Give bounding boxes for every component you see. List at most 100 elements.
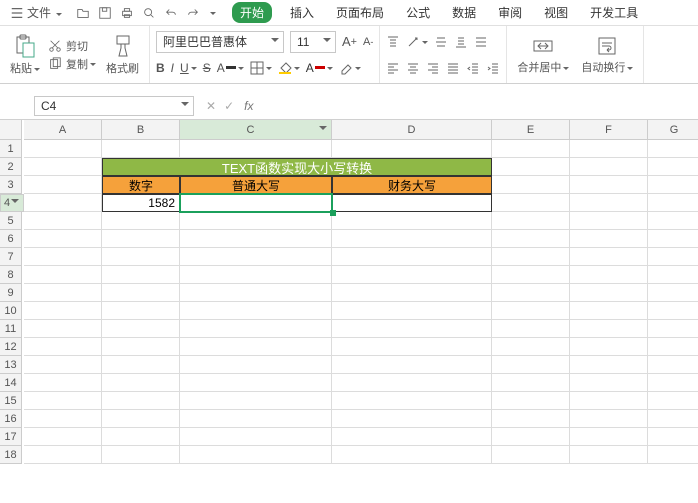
cut-button[interactable]: 剪切 [48,38,96,54]
ribbon: 粘贴 剪切 复制 格式刷 阿里巴巴普惠体 11 A+ A- B I U [0,26,698,84]
orientation-button[interactable] [406,35,428,49]
tab-review[interactable]: 审阅 [494,2,526,23]
align-bottom-button[interactable] [454,35,468,49]
cell-d4[interactable] [332,194,492,212]
row-header[interactable]: 16 [0,410,22,428]
col-header[interactable]: G [648,120,698,140]
merge-center-button[interactable]: 合并居中 [513,28,573,82]
strike-button[interactable]: S [203,61,211,75]
font-size-select[interactable]: 11 [290,31,336,53]
tab-data[interactable]: 数据 [448,2,480,23]
align-right-button[interactable] [426,61,440,75]
tab-developer[interactable]: 开发工具 [586,2,642,23]
name-box[interactable]: C4 [34,96,194,116]
print-icon[interactable] [120,6,134,20]
fill-handle[interactable] [330,210,336,216]
active-cell-selection [179,193,333,213]
name-box-value: C4 [41,99,56,113]
row-header[interactable]: 18 [0,446,22,464]
italic-button[interactable]: I [171,61,174,75]
preview-icon[interactable] [142,6,156,20]
decrease-indent-button[interactable] [466,61,480,75]
row-header[interactable]: 11 [0,320,22,338]
cell-merged-title[interactable]: TEXT函数实现大小写转换 [102,158,492,176]
shrink-font-button[interactable]: A- [363,36,373,48]
formula-input[interactable] [259,96,698,116]
col-header[interactable]: B [102,120,180,140]
scissors-icon [48,39,62,53]
wrap-text-button[interactable]: 自动换行 [577,28,637,82]
row-header[interactable]: 5 [0,212,22,230]
border-button[interactable] [250,61,272,75]
grow-font-button[interactable]: A+ [342,34,357,49]
bucket-icon [278,61,292,75]
grid-body[interactable]: // inline generator for 18 rows × 7 cols… [24,140,698,464]
cell-header-c3[interactable]: 普通大写 [180,176,332,194]
hamburger-icon [10,6,24,20]
row-header[interactable]: 8 [0,266,22,284]
group-font: 阿里巴巴普惠体 11 A+ A- B I U S A A [150,26,380,83]
col-header[interactable]: D [332,120,492,140]
tab-insert[interactable]: 插入 [286,2,318,23]
merge-icon [532,35,554,57]
distribute-v-button[interactable] [474,35,488,49]
qat-more-icon[interactable] [208,10,216,16]
align-top-button[interactable] [386,35,400,49]
cell-header-d3[interactable]: 财务大写 [332,176,492,194]
row-header[interactable]: 14 [0,374,22,392]
select-all-corner[interactable] [0,120,22,140]
tab-view[interactable]: 视图 [540,2,572,23]
row-header[interactable]: 15 [0,392,22,410]
save-icon[interactable] [98,6,112,20]
row-header[interactable]: 3 [0,176,22,194]
tab-home[interactable]: 开始 [232,2,272,23]
cell-b4[interactable]: 1582 [102,194,180,212]
cancel-formula-icon[interactable]: ✕ [202,99,220,113]
copy-label: 复制 [66,56,88,72]
row-header[interactable]: 6 [0,230,22,248]
increase-indent-button[interactable] [486,61,500,75]
format-painter-label: 格式刷 [106,60,139,76]
open-icon[interactable] [76,6,90,20]
row-header[interactable]: 2 [0,158,22,176]
file-label: 文件 [27,4,51,21]
font-color-button[interactable]: A [217,61,244,75]
col-header[interactable]: C [180,120,332,140]
group-merge: 合并居中 自动换行 [507,26,644,83]
tab-page-layout[interactable]: 页面布局 [332,2,388,23]
fx-label[interactable]: fx [244,99,253,113]
clear-format-button[interactable] [339,61,361,75]
fill-color-button[interactable] [278,61,300,75]
col-header[interactable]: A [24,120,102,140]
redo-icon[interactable] [186,6,200,20]
row-header[interactable]: 9 [0,284,22,302]
font-name-value: 阿里巴巴普惠体 [163,33,247,50]
col-header[interactable]: E [492,120,570,140]
font-size-value: 11 [297,35,309,49]
text-color-button[interactable]: A [306,61,333,75]
chevron-down-icon [54,6,62,20]
cell-header-b3[interactable]: 数字 [102,176,180,194]
row-header[interactable]: 17 [0,428,22,446]
format-painter-button[interactable]: 格式刷 [102,28,143,82]
copy-button[interactable]: 复制 [48,56,96,72]
font-name-select[interactable]: 阿里巴巴普惠体 [156,31,284,53]
row-header[interactable]: 10 [0,302,22,320]
justify-button[interactable] [446,61,460,75]
align-middle-button[interactable] [434,35,448,49]
bold-button[interactable]: B [156,61,165,75]
undo-icon[interactable] [164,6,178,20]
underline-button[interactable]: U [180,61,197,75]
confirm-formula-icon[interactable]: ✓ [220,99,238,113]
row-header[interactable]: 7 [0,248,22,266]
align-left-button[interactable] [386,61,400,75]
row-header[interactable]: 1 [0,140,22,158]
row-header[interactable]: 13 [0,356,22,374]
row-header[interactable]: 12 [0,338,22,356]
tab-formulas[interactable]: 公式 [402,2,434,23]
file-menu[interactable]: 文件 [4,2,68,23]
align-center-button[interactable] [406,61,420,75]
row-header[interactable]: 4 [0,194,24,212]
col-header[interactable]: F [570,120,648,140]
paste-button[interactable]: 粘贴 [6,28,44,82]
